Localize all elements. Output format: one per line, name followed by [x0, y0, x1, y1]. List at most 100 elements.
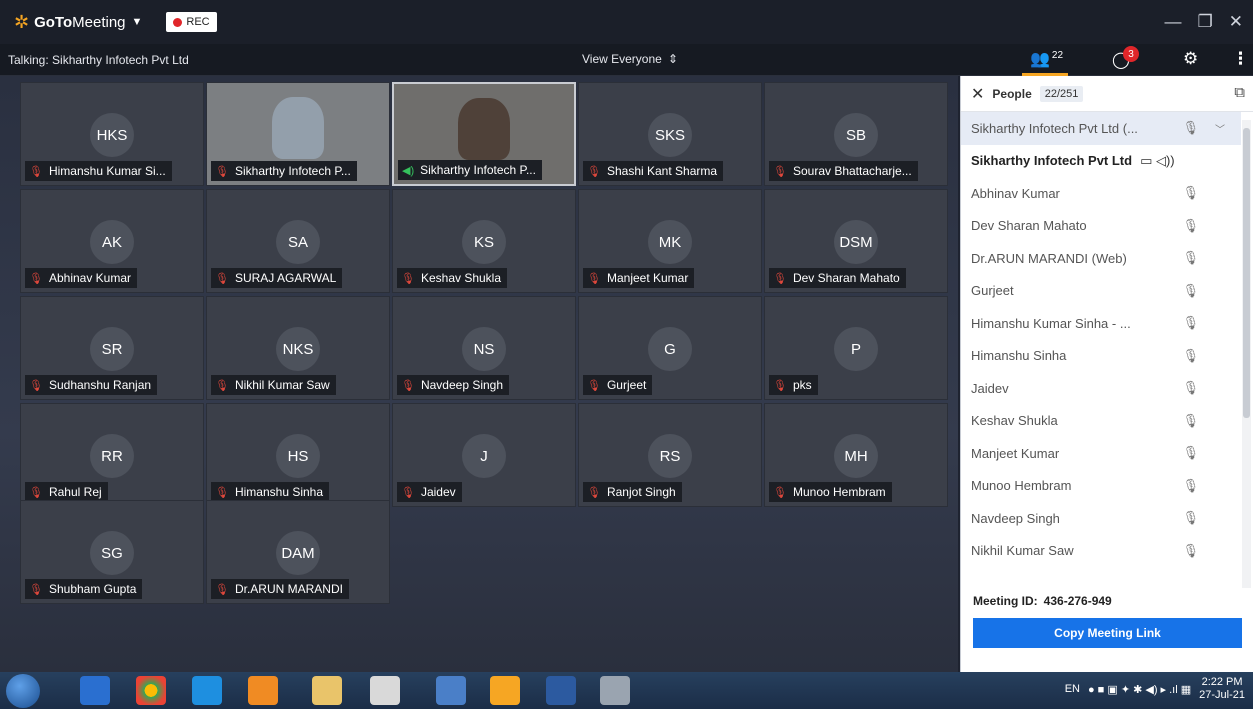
mic-muted-icon[interactable]: 🎙 — [1182, 185, 1199, 201]
participant-name-tag: 🎙 Sikharthy Infotech P... — [211, 161, 357, 181]
attendee-row[interactable]: Sikharthy Infotech Pvt Ltd ▭ ◁)) — [961, 145, 1241, 178]
attendee-row[interactable]: Keshav Shukla 🎙 — [961, 405, 1241, 438]
participant-tile[interactable]: SA 🎙 SURAJ AGARWAL — [206, 189, 390, 293]
chevron-down-icon[interactable]: ﹀ — [1215, 121, 1225, 136]
mic-muted-icon: 🎙 — [215, 165, 229, 178]
participant-tile[interactable]: DAM 🎙 Dr.ARUN MARANDI — [206, 500, 390, 604]
attendee-row[interactable]: Dr.ARUN MARANDI (Web) 🎙 — [961, 242, 1241, 275]
participant-tile[interactable]: NS 🎙 Navdeep Singh — [392, 296, 576, 400]
participant-tile[interactable]: KS 🎙 Keshav Shukla — [392, 189, 576, 293]
participant-tile[interactable]: 🎙 Sikharthy Infotech P... — [206, 82, 390, 186]
participant-tile[interactable]: HS 🎙 Himanshu Sinha — [206, 403, 390, 507]
participant-initials: KS — [462, 220, 506, 264]
attendee-row[interactable]: Sikharthy Infotech Pvt Ltd (... 🎙 ﹀ — [961, 112, 1241, 145]
gotomeeting-app-icon[interactable] — [490, 676, 520, 705]
participant-tile[interactable]: DSM 🎙 Dev Sharan Mahato — [764, 189, 948, 293]
mic-muted-icon[interactable]: 🎙 — [1182, 380, 1199, 396]
attendee-row[interactable]: Himanshu Kumar Sinha - ... 🎙 — [961, 307, 1241, 340]
mic-muted-icon[interactable]: 🎙 — [1182, 413, 1199, 429]
participant-tile[interactable]: AK 🎙 Abhinav Kumar — [20, 189, 204, 293]
participant-initials: MH — [834, 434, 878, 478]
participant-name-tag: 🎙 Ranjot Singh — [583, 482, 682, 502]
mic-muted-icon[interactable]: 🎙 — [1182, 445, 1199, 461]
people-tab[interactable]: 👥 22 — [1030, 49, 1063, 69]
participant-tile[interactable]: NKS 🎙 Nikhil Kumar Saw — [206, 296, 390, 400]
scrollbar-thumb[interactable] — [1243, 128, 1250, 418]
participant-tile[interactable]: G 🎙 Gurjeet — [578, 296, 762, 400]
participant-initials: SB — [834, 113, 878, 157]
word-app-icon[interactable] — [546, 676, 576, 705]
mic-muted-icon[interactable]: 🎙 — [1182, 510, 1199, 526]
internet-explorer-app-icon[interactable] — [192, 676, 222, 705]
participant-name-tag: 🎙 SURAJ AGARWAL — [211, 268, 343, 288]
restore-icon[interactable]: ❐ — [1198, 12, 1213, 32]
tray-icons[interactable]: ● ■ ▣ ✦ ✱ ◀) ▸ .ıl ▦ — [1088, 683, 1191, 696]
start-button[interactable] — [6, 674, 40, 708]
participant-tile[interactable]: P 🎙 pks — [764, 296, 948, 400]
attendee-row[interactable]: Navdeep Singh 🎙 — [961, 502, 1241, 535]
mic-muted-icon: 🎙 — [29, 165, 43, 178]
people-panel-header: ✕ People 22/251 ⧉ — [961, 76, 1253, 112]
participant-tile[interactable]: SKS 🎙 Shashi Kant Sharma — [578, 82, 762, 186]
participant-tile[interactable]: SG 🎙 Shubham Gupta — [20, 500, 204, 604]
participant-initials: RR — [90, 434, 134, 478]
participant-tile[interactable]: MK 🎙 Manjeet Kumar — [578, 189, 762, 293]
talking-indicator: Talking: Sikharthy Infotech Pvt Ltd — [8, 52, 189, 67]
language-indicator[interactable]: EN — [1065, 683, 1080, 695]
attendee-row[interactable]: Jaidev 🎙 — [961, 372, 1241, 405]
chrome-app-icon[interactable] — [136, 676, 166, 705]
rec-indicator[interactable]: REC — [166, 12, 217, 32]
attendee-row[interactable]: Gurjeet 🎙 — [961, 275, 1241, 308]
attendee-name: Sikharthy Infotech Pvt Ltd — [971, 153, 1133, 169]
participant-name: pks — [792, 378, 812, 392]
app-menu[interactable]: ✲ GoTo Meeting ▼ — [14, 12, 142, 33]
participant-tile[interactable]: SB 🎙 Sourav Bhattacharje... — [764, 82, 948, 186]
more-options-icon[interactable]: ⋮ — [1232, 49, 1249, 69]
mic-muted-icon: 🎙 — [773, 272, 787, 285]
view-everyone-toggle[interactable]: View Everyone ⇕ — [582, 52, 678, 66]
mic-muted-icon[interactable]: 🎙 — [1182, 348, 1199, 364]
close-icon[interactable]: ✕ — [1229, 12, 1243, 32]
attendee-row[interactable]: Manjeet Kumar 🎙 — [961, 437, 1241, 470]
close-panel-icon[interactable]: ✕ — [971, 84, 984, 104]
participant-tile[interactable]: J 🎙 Jaidev — [392, 403, 576, 507]
mic-muted-icon[interactable]: 🎙 — [1182, 250, 1199, 266]
mic-muted-icon[interactable]: 🎙 — [1182, 543, 1199, 559]
mic-muted-icon[interactable]: 🎙 — [1182, 218, 1199, 234]
gear-icon[interactable]: ⚙ — [1183, 49, 1198, 69]
participant-initials: SKS — [648, 113, 692, 157]
attendee-row[interactable]: Himanshu Sinha 🎙 — [961, 340, 1241, 373]
mic-muted-icon: 🎙 — [773, 165, 787, 178]
mic-muted-icon[interactable]: 🎙 — [1182, 283, 1199, 299]
paint-app-icon[interactable] — [370, 676, 400, 705]
media-player-app-icon[interactable] — [80, 676, 110, 705]
participant-tile[interactable]: ◀) Sikharthy Infotech P... — [392, 82, 576, 186]
participant-name: Ranjot Singh — [606, 485, 676, 499]
participant-tile[interactable]: RS 🎙 Ranjot Singh — [578, 403, 762, 507]
minimize-icon[interactable]: — — [1165, 12, 1182, 32]
participant-name-tag: ◀) Sikharthy Infotech P... — [398, 160, 542, 180]
file-explorer-app-icon[interactable] — [312, 676, 342, 705]
disc-app-icon[interactable] — [600, 676, 630, 705]
attendee-row[interactable]: Abhinav Kumar 🎙 — [961, 177, 1241, 210]
mic-muted-icon[interactable]: 🎙 — [1182, 315, 1199, 331]
attendee-row[interactable]: Nikhil Kumar Saw 🎙 — [961, 535, 1241, 568]
up-down-chevron-icon: ⇕ — [667, 52, 678, 66]
participant-tile[interactable]: MH 🎙 Munoo Hembram — [764, 403, 948, 507]
participant-tile[interactable]: RR 🎙 Rahul Rej — [20, 403, 204, 507]
attendee-row[interactable]: Munoo Hembram 🎙 — [961, 470, 1241, 503]
attendee-list-scrollbar[interactable] — [1242, 120, 1251, 588]
mic-muted-icon: 🎙 — [587, 486, 601, 499]
popout-icon[interactable]: ⧉ — [1234, 84, 1245, 101]
copy-meeting-link-button[interactable]: Copy Meeting Link — [973, 618, 1242, 648]
participant-name: Himanshu Sinha — [234, 485, 324, 499]
chrome-window-app-icon[interactable] — [436, 676, 466, 705]
participant-tile[interactable]: HKS 🎙 Himanshu Kumar Si... — [20, 82, 204, 186]
participant-tile[interactable]: SR 🎙 Sudhanshu Ranjan — [20, 296, 204, 400]
mic-muted-icon: 🎙 — [401, 379, 415, 392]
attendee-row[interactable]: Dev Sharan Mahato 🎙 — [961, 210, 1241, 243]
firefox-app-icon[interactable] — [248, 676, 278, 705]
mic-muted-icon[interactable]: 🎙 — [1182, 478, 1199, 494]
mic-muted-icon[interactable]: 🎙 — [1182, 120, 1199, 136]
clock[interactable]: 2:22 PM 27-Jul-21 — [1199, 676, 1245, 702]
